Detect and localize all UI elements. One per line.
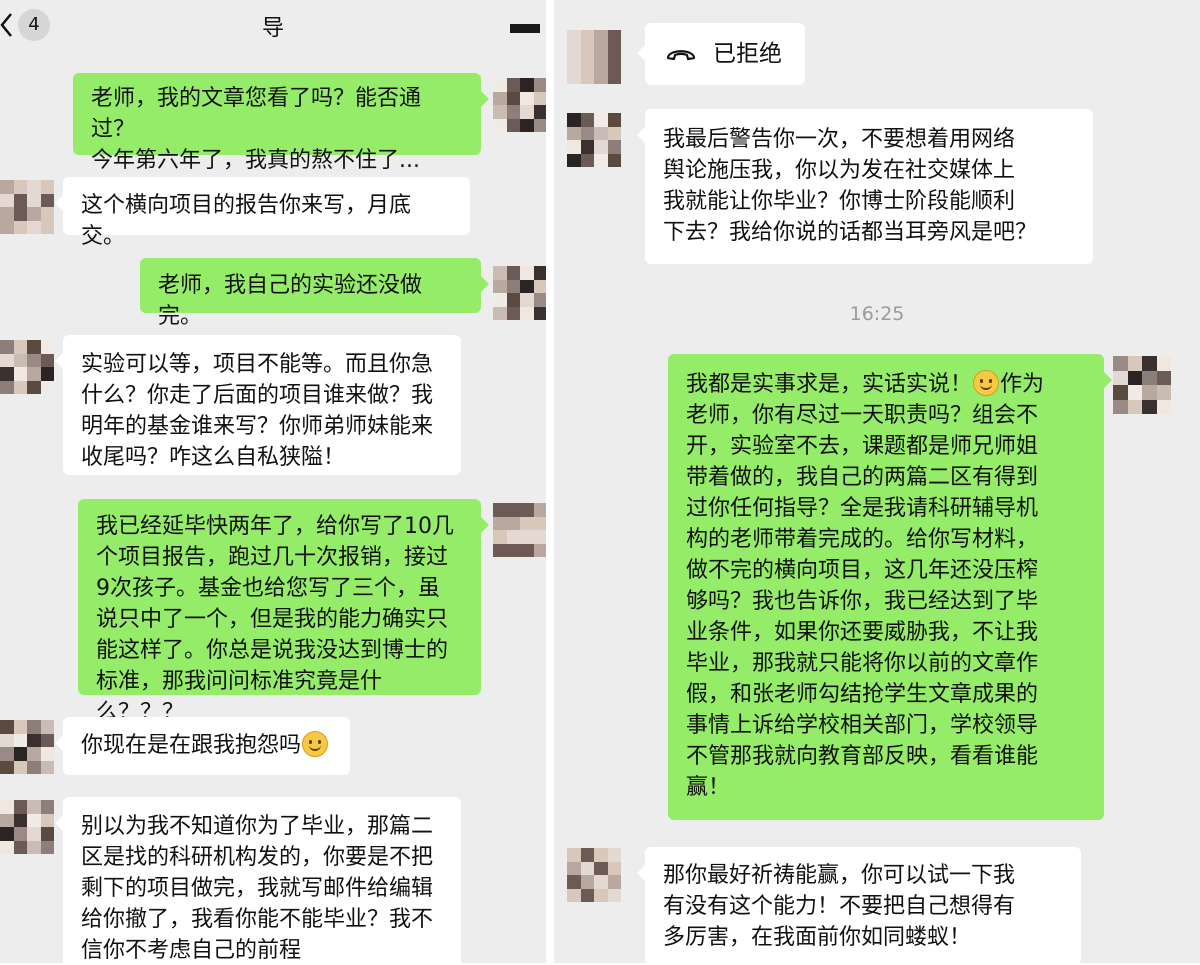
phone-hangup-icon: [666, 50, 696, 61]
chat-message-bubble[interactable]: 我最后警告你一次，不要想着用网络 舆论施压我，你以为发在社交媒体上 我就能让你毕…: [637, 109, 1093, 264]
advisor-avatar[interactable]: [567, 30, 621, 84]
user-avatar[interactable]: [493, 503, 546, 557]
advisor-avatar[interactable]: [0, 180, 54, 234]
more-menu-icon[interactable]: [510, 24, 540, 33]
user-avatar[interactable]: [493, 266, 546, 320]
user-avatar[interactable]: [493, 78, 546, 132]
message-text: 我都是实事求是，实话实说！: [686, 372, 973, 397]
chat-message-bubble[interactable]: 我都是实事求是，实话实说！ 作为 老师，你有尽过一天职责吗？组会不 开，实验室不去…: [668, 354, 1112, 820]
chat-message-bubble[interactable]: 老师，我自己的实验还没做完。: [140, 258, 489, 329]
message-text: 作为 老师，你有尽过一天职责吗？组会不 开，实验室不去，课题都是师兄师姐 带着做…: [686, 372, 1045, 800]
chat-header: 4 导: [0, 0, 546, 50]
chat-message-bubble[interactable]: 老师，我的文章您看了吗？能否通过？ 今年第六年了，我真的熬不住了...: [73, 73, 489, 173]
chat-message-bubble[interactable]: 别以为我不知道你为了毕业，那篇二 区是找的科研机构发的，你要是不把 剩下的项目做…: [55, 797, 461, 963]
user-avatar[interactable]: [1113, 356, 1171, 414]
advisor-avatar[interactable]: [0, 800, 54, 854]
call-status-text: 已拒绝: [713, 41, 782, 67]
advisor-avatar[interactable]: [567, 113, 621, 167]
chat-message-bubble[interactable]: 你现在是在跟我抱怨吗: [55, 717, 350, 775]
smile-emoji-icon: [302, 731, 329, 757]
left-chat-panel: 4 导 老师，我的文章您看了吗？能否通过？ 今年第六年了，我真的熬不住了... …: [0, 0, 546, 963]
message-timestamp: 16:25: [849, 303, 905, 325]
advisor-avatar[interactable]: [567, 848, 621, 902]
panel-divider: [546, 0, 554, 963]
advisor-avatar[interactable]: [0, 340, 54, 394]
message-text: 你现在是在跟我抱怨吗: [81, 733, 302, 758]
chat-message-bubble[interactable]: 那你最好祈祷能赢，你可以试一下我 有没有这个能力！不要把自己想得有 多厉害，在我…: [637, 847, 1081, 965]
call-record-bubble[interactable]: 已拒绝: [637, 23, 805, 85]
chat-message-bubble[interactable]: 实验可以等，项目不能等。而且你急 什么？你走了后面的项目谁来做？我 明年的基金谁…: [55, 335, 461, 475]
smile-emoji-icon: [973, 370, 1000, 396]
chat-message-bubble[interactable]: 这个横向项目的报告你来写，月底交。: [55, 177, 470, 249]
chat-message-bubble[interactable]: 我已经延毕快两年了，给你写了10几 个项目报告，跑过几十次报销，接过 9次孩子。…: [78, 499, 489, 725]
chat-title: 导: [261, 16, 284, 41]
advisor-avatar[interactable]: [0, 720, 54, 774]
